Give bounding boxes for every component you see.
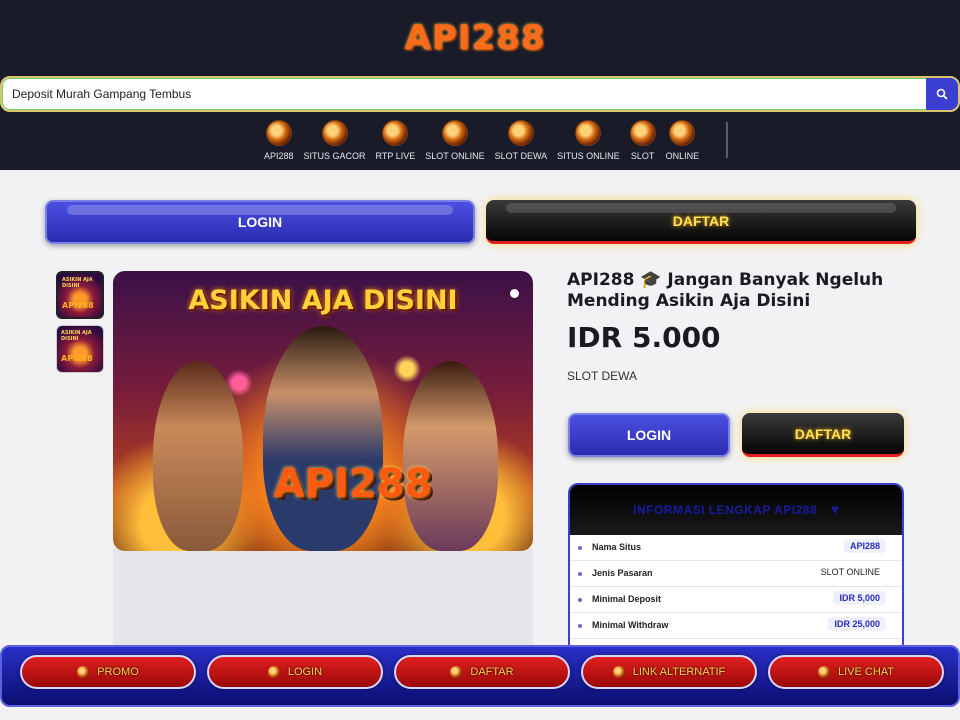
product-title: API288 🎓 Jangan Banyak Ngeluh Mending As… bbox=[567, 270, 884, 311]
nav-item-slot-online[interactable]: SLOT ONLINE bbox=[425, 120, 485, 166]
info-value: IDR 25,000 bbox=[828, 617, 886, 631]
dragon-coin-icon bbox=[441, 120, 468, 146]
info-value: SLOT ONLINE bbox=[820, 567, 880, 577]
info-row: Minimal Deposit IDR 5,000 bbox=[570, 587, 902, 613]
nav-label: SITUS ONLINE bbox=[557, 151, 620, 161]
person-figure bbox=[403, 361, 498, 551]
site-header: API288 API288 SITUS GACOR RTP LIVE SLOT … bbox=[0, 0, 960, 170]
bullet-icon bbox=[578, 572, 582, 576]
nav-item-slot[interactable]: SLOT bbox=[629, 120, 656, 166]
dragon-coin-icon bbox=[629, 120, 656, 146]
info-row: Nama Situs API288 bbox=[570, 535, 902, 561]
thumbnail-title: ASIKIN AJA DISINI bbox=[61, 330, 92, 342]
promo-button[interactable]: PROMO bbox=[20, 655, 196, 689]
gallery-background bbox=[113, 548, 533, 648]
dragon-coin-icon bbox=[575, 120, 602, 146]
bullet-icon bbox=[578, 546, 582, 550]
daftar-button-label: DAFTAR bbox=[672, 212, 730, 229]
hero-image[interactable]: ASIKIN AJA DISINI API288 bbox=[113, 271, 533, 551]
daftar-button-secondary[interactable]: DAFTAR bbox=[742, 413, 904, 457]
nav-label: RTP LIVE bbox=[375, 151, 416, 161]
info-value: API288 bbox=[843, 539, 886, 553]
nav-item-rtp-live[interactable]: RTP LIVE bbox=[375, 120, 416, 166]
nav-label: SLOT ONLINE bbox=[425, 151, 485, 161]
nav-divider bbox=[726, 122, 728, 158]
nav-item-slot-dewa[interactable]: SLOT DEWA bbox=[494, 120, 548, 166]
dragon-coin-icon bbox=[382, 120, 409, 146]
info-value: IDR 5,000 bbox=[833, 591, 886, 605]
bullet-icon bbox=[578, 598, 582, 602]
bottom-daftar-button[interactable]: DAFTAR bbox=[394, 655, 570, 689]
daftar-button-label: DAFTAR bbox=[794, 425, 852, 442]
info-label: Minimal Withdraw bbox=[592, 620, 669, 630]
nav-item-situs-gacor[interactable]: SITUS GACOR bbox=[304, 120, 366, 166]
search-input[interactable] bbox=[12, 78, 912, 110]
nav-label: ONLINE bbox=[665, 151, 700, 161]
login-button-label: LOGIN bbox=[237, 214, 283, 230]
info-panel: INFORMASI LENGKAP API288 ▼ Nama Situs AP… bbox=[568, 483, 904, 653]
info-row: Jenis Pasaran SLOT ONLINE bbox=[570, 561, 902, 587]
nav-label: SITUS GACOR bbox=[303, 151, 366, 161]
dragon-coin-icon bbox=[77, 666, 90, 678]
daftar-button[interactable]: DAFTAR bbox=[486, 200, 916, 244]
live-chat-button[interactable]: LIVE CHAT bbox=[768, 655, 944, 689]
nav-label: API288 bbox=[264, 151, 294, 161]
info-label: Jenis Pasaran bbox=[592, 568, 653, 578]
dragon-coin-icon bbox=[267, 666, 280, 678]
product-category: SLOT DEWA bbox=[567, 369, 638, 383]
thumbnail-logo: API288 bbox=[62, 301, 94, 310]
info-label: Nama Situs bbox=[592, 542, 642, 552]
login-button-label: LOGIN bbox=[626, 427, 672, 443]
person-figure bbox=[153, 361, 243, 551]
gallery-thumbnail[interactable]: ASIKIN AJA DISINI API288 bbox=[56, 325, 104, 373]
search-button[interactable] bbox=[926, 78, 958, 110]
search-bar bbox=[0, 76, 960, 112]
info-panel-title: INFORMASI LENGKAP API288 bbox=[633, 503, 818, 517]
site-logo[interactable]: API288 bbox=[400, 4, 550, 72]
bottom-button-label: LIVE CHAT bbox=[837, 666, 895, 678]
dragon-coin-icon bbox=[817, 666, 830, 678]
bottom-button-label: LINK ALTERNATIF bbox=[632, 666, 726, 678]
nav-item-situs-online[interactable]: SITUS ONLINE bbox=[557, 120, 620, 166]
info-label: Minimal Deposit bbox=[592, 594, 662, 604]
logo-text: API288 bbox=[404, 18, 546, 58]
login-button[interactable]: LOGIN bbox=[45, 200, 475, 244]
slide-indicator[interactable] bbox=[510, 289, 519, 298]
login-button-secondary[interactable]: LOGIN bbox=[568, 413, 730, 457]
hero-logo: API288 bbox=[273, 461, 433, 507]
main-nav: API288 SITUS GACOR RTP LIVE SLOT ONLINE … bbox=[264, 120, 709, 166]
dragon-coin-icon bbox=[450, 666, 463, 678]
nav-label: SLOT bbox=[630, 151, 655, 161]
dragon-coin-icon bbox=[507, 120, 534, 146]
info-row: Minimal Withdraw IDR 25,000 bbox=[570, 613, 902, 639]
bottom-button-label: PROMO bbox=[97, 666, 139, 678]
link-alternatif-button[interactable]: LINK ALTERNATIF bbox=[581, 655, 757, 689]
product-price: IDR 5.000 bbox=[567, 321, 721, 354]
dragon-coin-icon bbox=[669, 120, 696, 146]
dragon-coin-icon bbox=[321, 120, 348, 146]
gallery-thumbnail[interactable]: ASIKIN AJA DISINI API288 bbox=[56, 271, 104, 319]
chevron-down-icon: ▼ bbox=[831, 504, 839, 516]
thumbnail-logo: API288 bbox=[61, 354, 93, 363]
nav-label: SLOT DEWA bbox=[494, 151, 548, 161]
nav-item-api288[interactable]: API288 bbox=[264, 120, 294, 166]
hero-title: ASIKIN AJA DISINI bbox=[188, 285, 458, 316]
bottom-button-label: DAFTAR bbox=[470, 666, 514, 678]
nav-item-online[interactable]: ONLINE bbox=[665, 120, 700, 166]
bottom-button-label: LOGIN bbox=[287, 666, 323, 678]
bottom-login-button[interactable]: LOGIN bbox=[207, 655, 383, 689]
dragon-coin-icon bbox=[612, 666, 625, 678]
bullet-icon bbox=[578, 624, 582, 628]
thumbnail-title: ASIKIN AJA DISINI bbox=[62, 277, 93, 289]
info-panel-header[interactable]: INFORMASI LENGKAP API288 ▼ bbox=[570, 485, 902, 535]
bottom-action-bar: PROMO LOGIN DAFTAR LINK ALTERNATIF LIVE … bbox=[0, 645, 960, 707]
person-figure bbox=[263, 326, 383, 551]
search-icon bbox=[936, 88, 948, 100]
dragon-coin-icon bbox=[265, 120, 292, 146]
